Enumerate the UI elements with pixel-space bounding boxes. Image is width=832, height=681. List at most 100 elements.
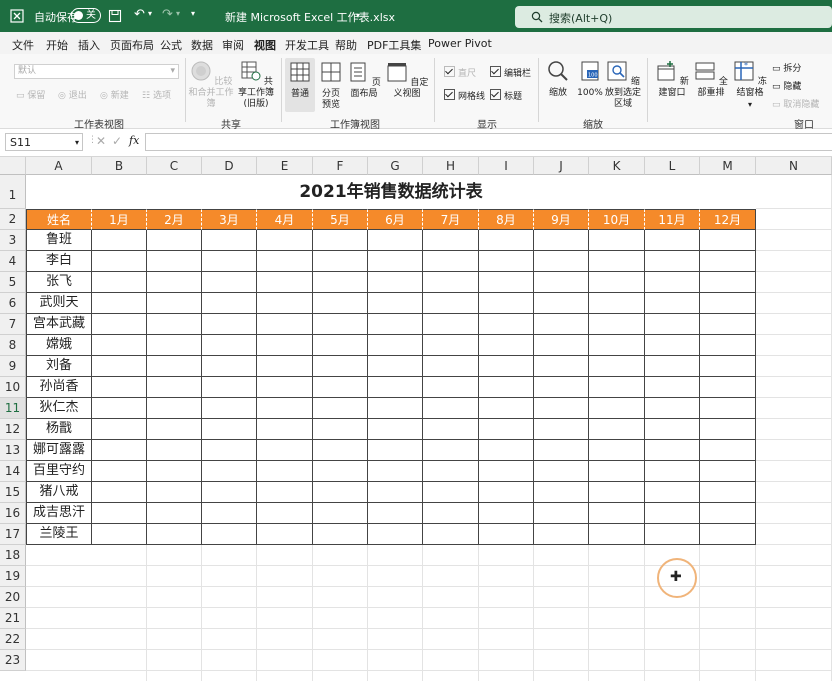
cancel-icon[interactable]: ✕: [96, 134, 106, 148]
data-cell[interactable]: [147, 272, 202, 293]
menu-power-pivot[interactable]: Power Pivot: [428, 37, 492, 50]
data-cell[interactable]: [534, 272, 589, 293]
name-cell[interactable]: 武则天: [26, 293, 92, 314]
name-cell[interactable]: 杨戬: [26, 419, 92, 440]
save-icon[interactable]: [108, 9, 122, 23]
data-cell[interactable]: [202, 293, 257, 314]
column-header-d[interactable]: D: [202, 157, 257, 175]
data-cell[interactable]: [368, 335, 423, 356]
data-cell[interactable]: [257, 356, 313, 377]
spreadsheet-grid[interactable]: A B C D E F G H I J K L M N 1 2 3 4 5 6 7 8 9 10 11 12 13 14 15 16 17 1…: [0, 157, 832, 681]
data-cell[interactable]: [147, 482, 202, 503]
data-cell[interactable]: [92, 482, 147, 503]
compare-merge-button[interactable]: 比较和合并工作簿: [188, 60, 234, 110]
data-cell[interactable]: [257, 419, 313, 440]
name-cell[interactable]: 兰陵王: [26, 524, 92, 545]
row-header-20[interactable]: 20: [0, 587, 26, 608]
data-cell[interactable]: [423, 251, 479, 272]
data-cell[interactable]: [423, 377, 479, 398]
name-box[interactable]: S11 ▾: [5, 133, 83, 151]
data-cell[interactable]: [368, 461, 423, 482]
row-header-17[interactable]: 17: [0, 524, 26, 545]
menu-pdf-tools[interactable]: PDF工具集: [367, 37, 421, 53]
row-header-19[interactable]: 19: [0, 566, 26, 587]
data-cell[interactable]: [92, 503, 147, 524]
data-cell[interactable]: [313, 272, 368, 293]
data-cell[interactable]: [589, 503, 645, 524]
menu-file[interactable]: 文件: [12, 37, 34, 53]
data-cell[interactable]: [202, 482, 257, 503]
data-cell[interactable]: [313, 419, 368, 440]
header-cell-month[interactable]: 5月: [313, 209, 368, 230]
data-cell[interactable]: [534, 398, 589, 419]
autosave-toggle[interactable]: 关: [71, 8, 101, 23]
name-cell[interactable]: 狄仁杰: [26, 398, 92, 419]
data-cell[interactable]: [700, 503, 756, 524]
data-cell[interactable]: [423, 440, 479, 461]
sheet-title[interactable]: 2021年销售数据统计表: [26, 175, 756, 209]
data-cell[interactable]: [147, 293, 202, 314]
data-cell[interactable]: [645, 482, 700, 503]
data-cell[interactable]: [313, 524, 368, 545]
data-cell[interactable]: [147, 524, 202, 545]
data-cell[interactable]: [700, 398, 756, 419]
undo-dropdown-icon[interactable]: ▾: [148, 9, 152, 18]
data-cell[interactable]: [147, 251, 202, 272]
data-cell[interactable]: [645, 398, 700, 419]
data-cell[interactable]: [534, 314, 589, 335]
header-cell-month[interactable]: 11月: [645, 209, 700, 230]
data-cell[interactable]: [479, 335, 534, 356]
data-cell[interactable]: [479, 230, 534, 251]
file-name[interactable]: 新建 Microsoft Excel 工作表.xlsx: [225, 9, 395, 25]
split-button[interactable]: ▭ 拆分: [772, 61, 801, 74]
data-cell[interactable]: [589, 419, 645, 440]
data-cell[interactable]: [313, 293, 368, 314]
search-box[interactable]: 搜索(Alt+Q): [515, 6, 832, 28]
data-cell[interactable]: [589, 356, 645, 377]
data-cell[interactable]: [423, 419, 479, 440]
data-cell[interactable]: [700, 314, 756, 335]
data-cell[interactable]: [479, 461, 534, 482]
column-header-f[interactable]: F: [313, 157, 368, 175]
new-view-button[interactable]: ◎ 新建: [100, 88, 129, 101]
freeze-panes-button[interactable]: * 冻结窗格 ▾: [731, 60, 769, 110]
data-cell[interactable]: [313, 503, 368, 524]
zoom-100-button[interactable]: 100 100%: [576, 60, 604, 99]
column-header-e[interactable]: E: [257, 157, 313, 175]
data-cell[interactable]: [589, 335, 645, 356]
row-header-14[interactable]: 14: [0, 461, 26, 482]
data-cell[interactable]: [202, 314, 257, 335]
share-workbook-button[interactable]: 共享工作簿(旧版): [236, 60, 276, 110]
data-cell[interactable]: [368, 293, 423, 314]
data-cell[interactable]: [257, 251, 313, 272]
data-cell[interactable]: [479, 356, 534, 377]
options-button[interactable]: ☷ 选项: [142, 88, 171, 101]
data-cell[interactable]: [92, 524, 147, 545]
menu-page-layout[interactable]: 页面布局: [110, 37, 154, 53]
row-header-16[interactable]: 16: [0, 503, 26, 524]
enter-icon[interactable]: ✓: [112, 134, 122, 148]
page-layout-view-button[interactable]: 页面布局: [346, 61, 382, 100]
name-cell[interactable]: 孙尚香: [26, 377, 92, 398]
data-cell[interactable]: [147, 356, 202, 377]
data-cell[interactable]: [257, 272, 313, 293]
row-header-12[interactable]: 12: [0, 419, 26, 440]
data-cell[interactable]: [534, 440, 589, 461]
row-header-23[interactable]: 23: [0, 650, 26, 671]
name-cell[interactable]: 猪八戒: [26, 482, 92, 503]
data-cell[interactable]: [257, 524, 313, 545]
data-cell[interactable]: [257, 377, 313, 398]
ruler-checkbox[interactable]: 直尺: [444, 66, 476, 79]
data-cell[interactable]: [700, 272, 756, 293]
redo-icon[interactable]: ↷: [162, 7, 173, 22]
column-header-m[interactable]: M: [700, 157, 756, 175]
data-cell[interactable]: [202, 461, 257, 482]
data-cell[interactable]: [202, 251, 257, 272]
name-cell[interactable]: 宫本武藏: [26, 314, 92, 335]
data-cell[interactable]: [534, 230, 589, 251]
data-cell[interactable]: [479, 251, 534, 272]
data-cell[interactable]: [479, 419, 534, 440]
data-cell[interactable]: [92, 356, 147, 377]
data-cell[interactable]: [534, 461, 589, 482]
customize-qat-icon[interactable]: ▾: [191, 9, 195, 18]
